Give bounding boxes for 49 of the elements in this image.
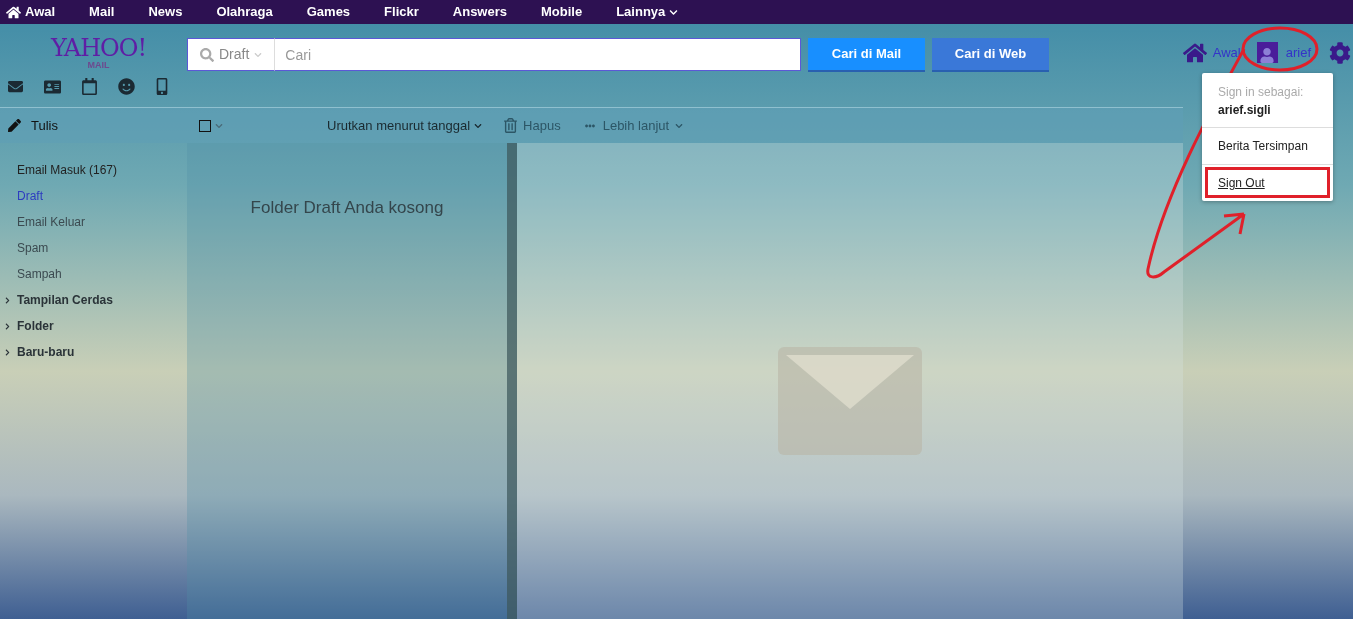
chevron-icon — [675, 121, 684, 130]
nav-link[interactable]: Lainnya — [616, 2, 679, 22]
smiley-icon[interactable] — [118, 78, 135, 95]
folder-item[interactable]: Tampilan Cerdas — [0, 287, 187, 313]
nav-link[interactable]: Olahraga — [216, 2, 273, 22]
folder-item[interactable]: Folder — [0, 313, 187, 339]
search-icon — [200, 47, 214, 62]
search-button[interactable]: Cari di Web — [932, 38, 1049, 70]
signed-in-caption: Sign in sebagai: — [1218, 84, 1305, 101]
settings-icon[interactable] — [1329, 42, 1351, 64]
nav-link[interactable]: Answers — [452, 2, 507, 22]
home-icon — [1182, 42, 1207, 64]
folder-item[interactable]: Baru-baru — [0, 339, 187, 365]
logo-product: MAIL — [87, 60, 110, 70]
nav-link[interactable]: Flickr — [384, 2, 419, 22]
search-scope-dropdown[interactable]: Draft — [187, 38, 276, 71]
phone-icon[interactable] — [155, 78, 169, 95]
nav-link[interactable]: Mobile — [541, 2, 583, 22]
folder-item[interactable]: Email Masuk (167) — [0, 157, 187, 183]
chevron-icon — [474, 121, 483, 130]
nav-link[interactable]: News — [148, 2, 183, 22]
search-field[interactable]: Cari — [275, 38, 801, 71]
trash-icon — [504, 118, 518, 133]
username: arief.sigli — [1218, 102, 1272, 119]
sort-dropdown[interactable]: Urutkan menurut tanggal — [327, 115, 483, 136]
folder-item[interactable]: Sampah — [0, 261, 187, 287]
empty-folder-message: Folder Draft Anda kosong — [250, 197, 444, 219]
folder-item[interactable]: Spam — [0, 235, 187, 261]
chevron-icon — [669, 7, 679, 17]
chevron-icon — [4, 296, 11, 304]
avatar-icon — [1256, 42, 1278, 63]
account-menu-item[interactable]: Sign Out — [1202, 164, 1333, 201]
logo-brand: YAHOO! — [50, 36, 147, 60]
nav-link[interactable]: Awal — [6, 2, 56, 22]
nav-link[interactable]: Games — [306, 2, 351, 22]
account-menu-item[interactable]: Berita Tersimpan — [1202, 128, 1333, 164]
pencil-icon — [8, 119, 21, 132]
chevron-icon — [4, 322, 11, 330]
folder-item[interactable]: Email Keluar — [0, 209, 187, 235]
contacts-icon[interactable] — [44, 78, 61, 95]
chevron-icon — [254, 50, 263, 59]
select-all-checkbox[interactable] — [199, 119, 211, 132]
chevron-icon — [4, 348, 11, 356]
calendar-icon[interactable] — [81, 78, 98, 95]
envelope-icon — [778, 347, 922, 455]
nav-link[interactable]: Mail — [89, 2, 115, 22]
mail-icon[interactable] — [7, 79, 24, 94]
compose-button[interactable]: Tulis — [0, 107, 187, 143]
home-icon — [6, 4, 21, 20]
